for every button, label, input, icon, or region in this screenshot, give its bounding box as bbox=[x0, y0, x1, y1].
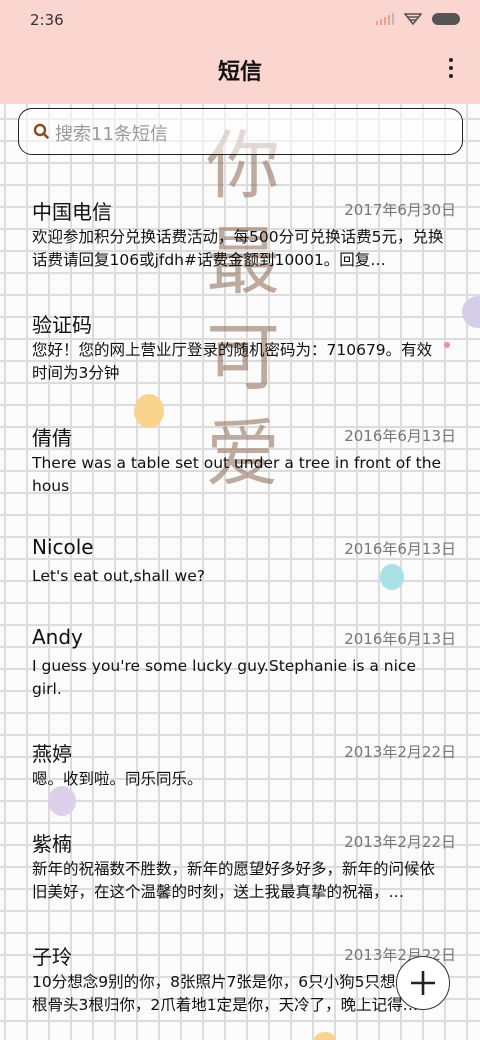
message-snippet: I guess you're some lucky guy.Stephanie … bbox=[32, 657, 416, 698]
plus-icon bbox=[411, 971, 435, 995]
message-snippet: 新年的祝福数不胜数，新年的愿望好多好多，新年的问候依旧美好，在这个温馨的时刻，送… bbox=[32, 860, 436, 901]
battery-icon bbox=[432, 12, 460, 25]
message-snippet: Let's eat out,shall we? bbox=[32, 567, 205, 585]
page-title: 短信 bbox=[217, 60, 262, 85]
message-snippet: 10分想念9别的你，8张照片7张是你，6只小狗5只想你，4根骨头3根归你，2爪着… bbox=[32, 973, 437, 1014]
sender-name: Andy bbox=[32, 625, 83, 649]
message-item[interactable]: 紫楠 2013年2月22日 新年的祝福数不胜数，新年的愿望好多好多，新年的问候依… bbox=[32, 828, 456, 908]
message-date: 2016年6月13日 bbox=[344, 540, 456, 558]
message-item[interactable]: 中国电信 2017年6月30日 欢迎参加积分兑换话费活动，每500分可兑换话费5… bbox=[32, 196, 456, 276]
compose-button[interactable] bbox=[396, 956, 450, 1010]
message-item[interactable]: 验证码 您好！您的网上营业厅登录的随机密码为：710679。有效时间为3分钟 bbox=[32, 309, 456, 389]
app-header: 2:36 短信 bbox=[0, 0, 480, 104]
sender-name: 中国电信 bbox=[32, 200, 112, 224]
message-date: 2013年2月22日 bbox=[344, 833, 456, 851]
message-item[interactable]: Andy 2016年6月13日 I guess you're some luck… bbox=[32, 625, 456, 705]
message-date: 2013年2月22日 bbox=[344, 743, 456, 761]
message-date: 2017年6月30日 bbox=[344, 201, 456, 219]
sender-name: Nicole bbox=[32, 535, 94, 559]
signal-icon bbox=[376, 12, 394, 25]
message-list: 中国电信 2017年6月30日 欢迎参加积分兑换话费活动，每500分可兑换话费5… bbox=[0, 0, 480, 1040]
message-item[interactable]: Nicole 2016年6月13日 Let's eat out,shall we… bbox=[32, 535, 456, 595]
sender-name: 验证码 bbox=[32, 313, 92, 337]
message-snippet: There was a table set out under a tree i… bbox=[32, 454, 442, 495]
message-snippet: 嗯。收到啦。同乐同乐。 bbox=[32, 770, 203, 788]
message-item[interactable]: 燕婷 2013年2月22日 嗯。收到啦。同乐同乐。 bbox=[32, 738, 456, 798]
status-time: 2:36 bbox=[30, 11, 64, 29]
message-snippet: 您好！您的网上营业厅登录的随机密码为：710679。有效时间为3分钟 bbox=[32, 341, 433, 382]
message-date: 2016年6月13日 bbox=[344, 427, 456, 445]
sender-name: 燕婷 bbox=[32, 742, 72, 766]
sender-name: 紫楠 bbox=[32, 832, 72, 856]
message-snippet: 欢迎参加积分兑换话费活动，每500分可兑换话费5元，兑换话费请回复106或jfd… bbox=[32, 228, 444, 269]
sender-name: 子玲 bbox=[32, 945, 72, 969]
message-item[interactable]: 倩倩 2016年6月13日 There was a table set out … bbox=[32, 422, 456, 502]
wifi-icon bbox=[404, 13, 422, 25]
more-options-icon[interactable] bbox=[448, 58, 454, 78]
status-icons bbox=[376, 12, 460, 25]
message-date: 2016年6月13日 bbox=[344, 630, 456, 648]
sender-name: 倩倩 bbox=[32, 426, 72, 450]
message-item[interactable]: 子玲 2013年2月22日 10分想念9别的你，8张照片7张是你，6只小狗5只想… bbox=[32, 941, 456, 1021]
